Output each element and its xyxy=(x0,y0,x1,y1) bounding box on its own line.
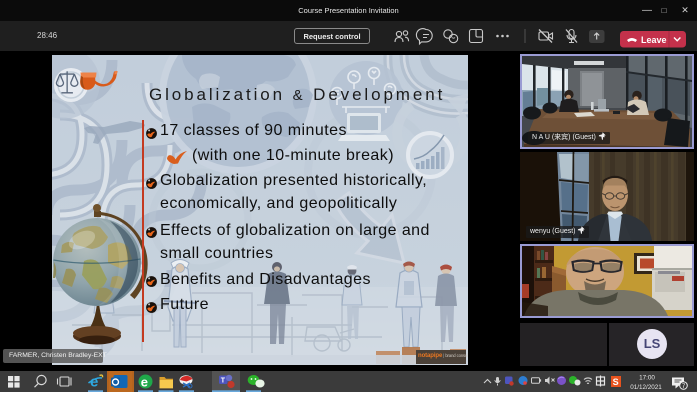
svg-text:e: e xyxy=(90,374,98,391)
svg-text:17:00: 17:00 xyxy=(639,375,655,382)
svg-text:S: S xyxy=(613,377,619,387)
svg-text:Leave: Leave xyxy=(641,35,667,45)
svg-text:e: e xyxy=(141,374,148,389)
svg-text:01/12/2021: 01/12/2021 xyxy=(630,384,662,391)
svg-text:T: T xyxy=(221,378,226,385)
